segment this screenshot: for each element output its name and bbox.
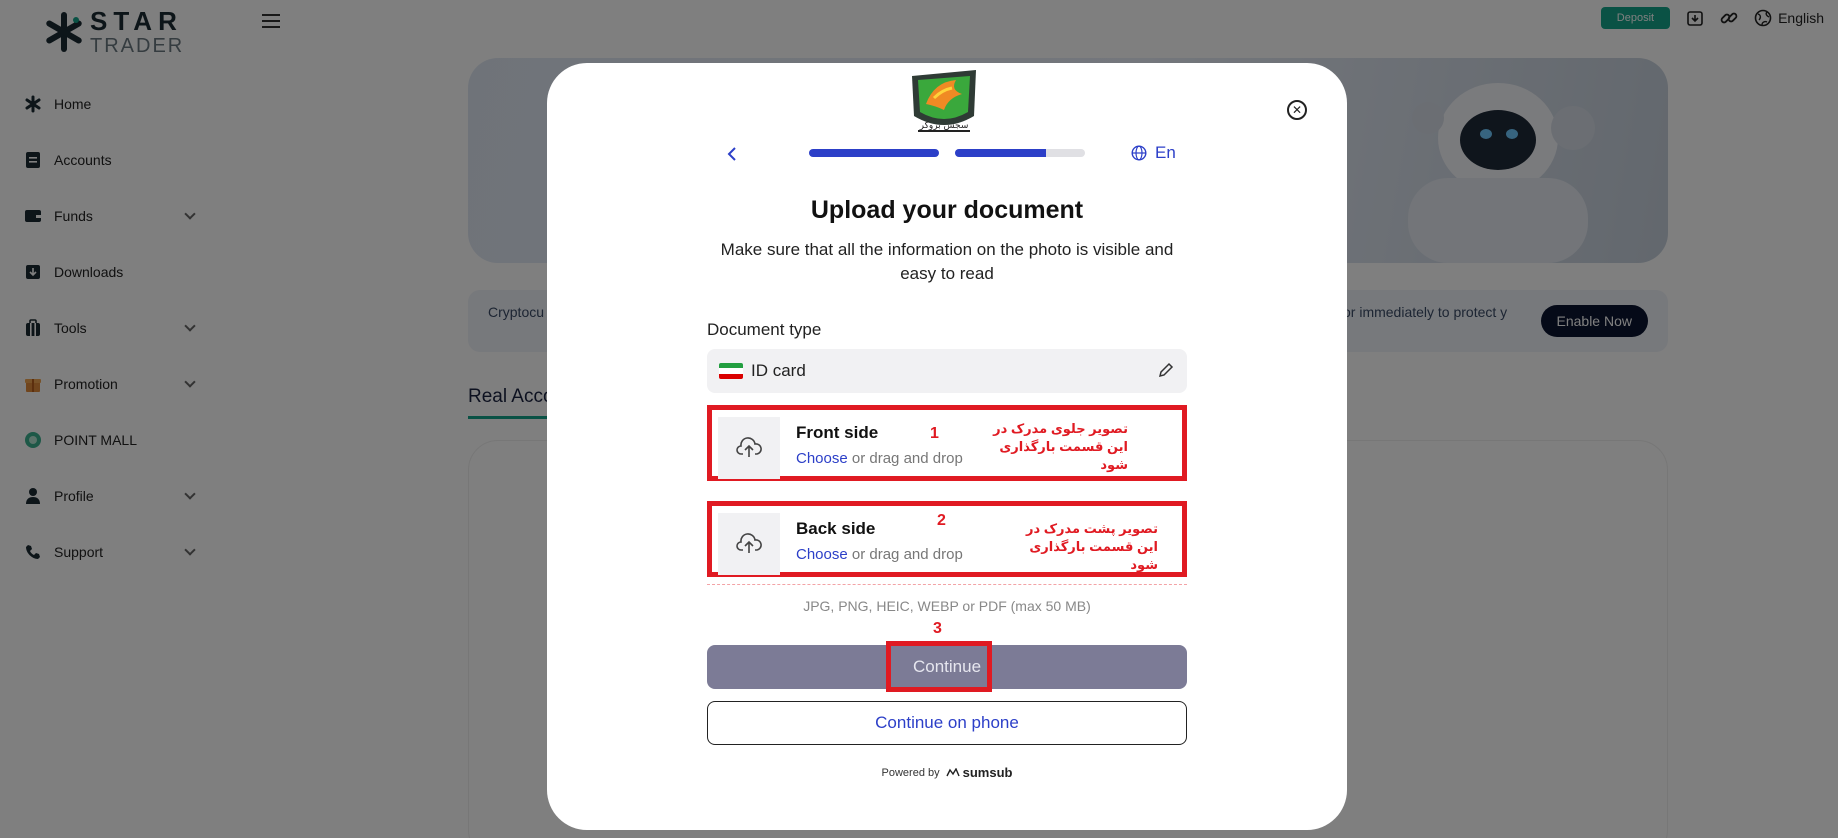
front-side-title: Front side <box>796 423 879 442</box>
front-choose-link[interactable]: Choose <box>796 450 848 467</box>
progress-fill-1 <box>809 149 939 157</box>
sumsub-brand-text: sumsub <box>962 765 1013 780</box>
front-drag-text: or drag and drop <box>851 450 963 467</box>
front-side-upload[interactable]: Front side Choose or drag and drop 1 تصو… <box>707 405 1187 481</box>
continue-on-phone-button[interactable]: Continue on phone <box>707 701 1187 745</box>
annotation-number-1: 1 <box>930 425 939 442</box>
broker-logo: سجس بروکر <box>912 70 976 132</box>
accepted-formats-note: JPG, PNG, HEIC, WEBP or PDF (max 50 MB) <box>803 598 1091 614</box>
pencil-icon[interactable] <box>1157 361 1175 379</box>
upload-cloud-icon <box>718 513 780 575</box>
powered-by-footer: Powered by sumsub <box>547 765 1347 780</box>
upload-cloud-icon <box>718 417 780 479</box>
document-type-field[interactable]: ID card <box>707 349 1187 393</box>
svg-text:سجس بروکر: سجس بروکر <box>919 121 969 131</box>
back-side-hint: Choose or drag and drop <box>796 546 963 563</box>
continue-annotation-box <box>886 641 992 692</box>
globe-icon <box>1131 145 1147 161</box>
back-side-title: Back side <box>796 519 876 538</box>
modal-subtitle: Make sure that all the information on th… <box>720 240 1174 283</box>
modal-title: Upload your document <box>810 196 1084 224</box>
annotation-number-2: 2 <box>937 512 946 529</box>
annotation-front-text: تصویر جلوی مدرک در این قسمت بارگذاری شود <box>993 421 1128 472</box>
back-arrow-icon[interactable] <box>725 147 739 161</box>
iran-flag-icon <box>719 363 743 379</box>
progress-fill-2 <box>955 149 1046 157</box>
close-icon[interactable]: ✕ <box>1287 100 1307 120</box>
front-side-hint: Choose or drag and drop <box>796 450 963 467</box>
sumsub-logo-icon <box>945 767 960 776</box>
annotation-back-text: تصویر پشت مدرک در این قسمت بارگذاری شود <box>1025 521 1158 572</box>
modal-language-switch[interactable]: En <box>1131 143 1176 163</box>
document-type-label: Document type <box>707 320 822 339</box>
back-choose-link[interactable]: Choose <box>796 546 848 563</box>
progress-step-2 <box>955 149 1085 157</box>
progress-step-1 <box>809 149 939 157</box>
document-upload-modal: سجس بروکر ✕ En Upload your document Make… <box>547 63 1347 830</box>
modal-language-label: En <box>1155 143 1176 162</box>
powered-by-text: Powered by <box>881 766 940 779</box>
sumsub-logo[interactable]: sumsub <box>945 765 1013 780</box>
back-drag-text: or drag and drop <box>851 546 963 563</box>
document-type-value: ID card <box>751 361 806 380</box>
divider <box>707 584 1187 585</box>
annotation-number-3: 3 <box>933 620 942 637</box>
back-side-upload[interactable]: Back side Choose or drag and drop 2 تصوی… <box>707 501 1187 577</box>
